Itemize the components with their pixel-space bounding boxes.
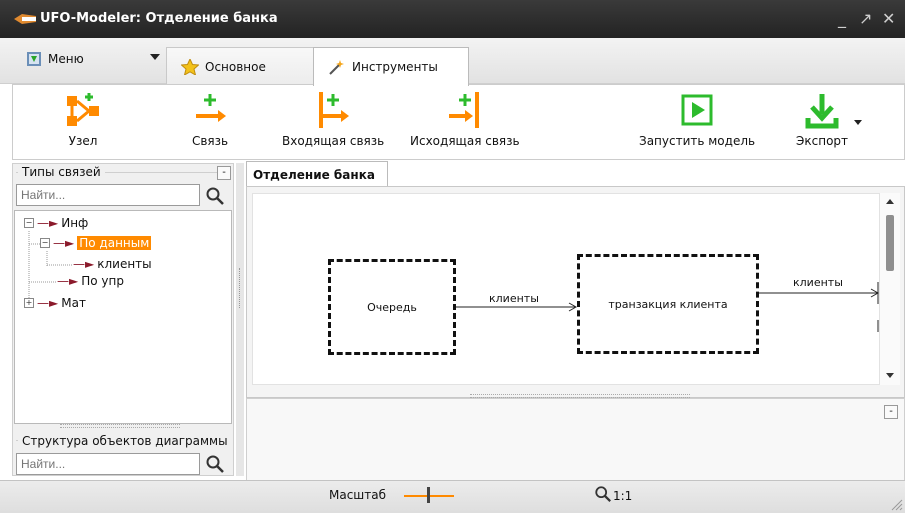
menu-icon: [27, 52, 41, 66]
vertical-splitter[interactable]: [236, 163, 244, 476]
incoming-link-icon: [319, 92, 350, 128]
splitter-grip[interactable]: [60, 424, 180, 428]
node-transaction[interactable]: транзакция клиента: [577, 254, 759, 354]
link-icon: [196, 94, 226, 122]
structure-title: Структура объектов диаграммы: [18, 434, 232, 448]
run-model-label: Запустить модель: [639, 134, 756, 148]
tab-main[interactable]: Основное: [166, 47, 314, 85]
link-types-tree: − —► Инф − —► По данным —► клиенты —► По…: [14, 210, 232, 424]
diagram-canvas[interactable]: Очередь транзакция клиента клиенты клиен…: [252, 193, 880, 385]
link-label: Связь: [191, 134, 229, 148]
link-clients-label[interactable]: клиенты: [489, 292, 539, 305]
outgoing-link-label: Исходящая связь: [410, 134, 520, 148]
document-tab-label: Отделение банка: [253, 168, 375, 182]
tree-item-by-control-label: По упр: [81, 274, 124, 288]
tab-main-label: Основное: [205, 59, 266, 74]
structure-search-input[interactable]: [16, 453, 200, 475]
node-transaction-label: транзакция клиента: [608, 297, 728, 311]
menu-button[interactable]: Меню: [26, 47, 84, 71]
node-button[interactable]: Узел: [63, 90, 103, 148]
zoom-level: 1:1: [613, 489, 633, 503]
tree-item-by-data[interactable]: − —► По данным: [40, 236, 152, 250]
scroll-up-icon[interactable]: [886, 199, 894, 204]
scale-label: Масштаб: [329, 488, 387, 502]
tree-item-inf-label: Инф: [61, 216, 89, 230]
close-icon[interactable]: ✕: [882, 9, 895, 28]
collapse-icon[interactable]: −: [24, 218, 34, 228]
incoming-link-label: Входящая связь: [282, 134, 385, 148]
node-queue[interactable]: Очередь: [328, 259, 456, 355]
resize-grip-icon[interactable]: [889, 497, 903, 511]
tab-tools-label: Инструменты: [352, 60, 438, 74]
download-icon: [805, 94, 839, 129]
export-button[interactable]: Экспорт: [796, 90, 848, 148]
outgoing-link-button[interactable]: Исходящая связь: [410, 90, 520, 148]
link-arrow-icon: —►: [57, 274, 79, 288]
search-icon[interactable]: [205, 454, 225, 474]
link-button[interactable]: Связь: [190, 90, 230, 148]
tree-item-clients-label: клиенты: [97, 257, 152, 271]
expand-icon[interactable]: +: [24, 298, 34, 308]
scroll-down-icon[interactable]: [886, 373, 894, 378]
menu-label: Меню: [48, 52, 84, 66]
splitter-grip[interactable]: [239, 268, 241, 308]
export-dropdown-icon[interactable]: [854, 120, 862, 125]
lower-panel: [246, 398, 905, 482]
run-model-button[interactable]: Запустить модель: [639, 90, 755, 148]
minimize-icon[interactable]: _: [838, 9, 846, 28]
link-clients-label[interactable]: клиенты: [793, 276, 843, 289]
link-types-title: Типы связей: [18, 165, 105, 179]
link-arrow-icon: —►: [37, 296, 59, 310]
collapse-lower-panel-button[interactable]: -: [884, 405, 898, 419]
star-icon: [181, 58, 199, 75]
app-logo-icon: [14, 14, 36, 24]
link-arrow-icon: —►: [37, 216, 59, 230]
node-label: Узел: [68, 134, 98, 148]
tree-item-clients[interactable]: —► клиенты: [73, 257, 152, 271]
maximize-icon[interactable]: ↗: [859, 9, 872, 28]
tree-item-mat[interactable]: + —► Мат: [24, 296, 86, 310]
link-types-search-input[interactable]: [16, 184, 200, 206]
tree-item-mat-label: Мат: [61, 296, 86, 310]
incoming-link-button[interactable]: Входящая связь: [282, 90, 384, 148]
search-icon[interactable]: [205, 186, 225, 206]
export-label: Экспорт: [796, 134, 849, 148]
tab-tools[interactable]: Инструменты: [313, 47, 469, 86]
node-icon: [67, 93, 99, 126]
node-queue-label: Очередь: [367, 300, 417, 314]
collapse-link-types-button[interactable]: -: [217, 166, 231, 180]
link-arrow-icon: —►: [53, 236, 75, 250]
zoom-slider-thumb[interactable]: [427, 487, 430, 503]
tree-item-inf[interactable]: − —► Инф: [24, 216, 88, 230]
zoom-icon[interactable]: [594, 485, 612, 503]
magic-wand-icon: [329, 60, 344, 75]
title-bar: UFO-Modeler: Отделение банка _ ↗ ✕: [0, 0, 905, 38]
scroll-thumb[interactable]: [886, 215, 894, 271]
collapse-icon[interactable]: −: [40, 238, 50, 248]
outgoing-link-icon: [448, 92, 479, 128]
vertical-scrollbar[interactable]: [880, 193, 900, 385]
link-arrow-icon: —►: [73, 257, 95, 271]
play-icon: [681, 94, 713, 126]
chevron-down-icon[interactable]: [150, 54, 160, 60]
document-tab[interactable]: Отделение банка: [246, 161, 388, 187]
window-title: UFO-Modeler: Отделение банка: [40, 11, 278, 26]
tree-item-by-control[interactable]: —► По упр: [57, 274, 124, 288]
tree-item-by-data-label: По данным: [77, 236, 152, 250]
